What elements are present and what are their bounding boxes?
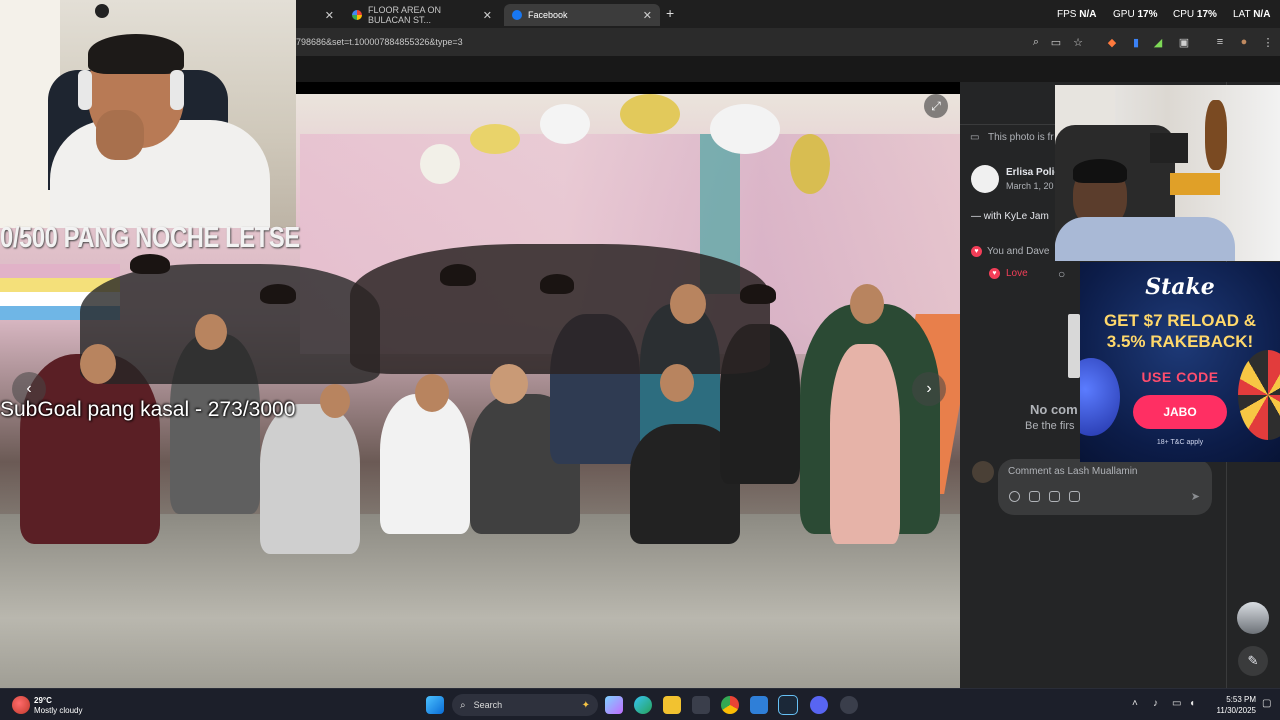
windows-taskbar: 29°C Mostly cloudy ⌕ Search ✦ ˄ ♪ ▭ ◖ 5:… <box>0 688 1280 720</box>
goal-overlay: 0/500 PANG NOCHE LETSE <box>0 222 300 254</box>
photo-notice-icon: ▭ <box>970 132 980 143</box>
google-icon <box>352 10 362 20</box>
weather-condition[interactable]: Mostly cloudy <box>34 706 82 715</box>
facebook-icon <box>512 10 522 20</box>
author-avatar[interactable] <box>971 165 999 193</box>
tray-chevron-icon[interactable]: ˄ <box>1132 698 1138 709</box>
comment-placeholder: Comment as Lash Muallamin <box>1008 466 1138 477</box>
chat-head-avatar[interactable] <box>1237 602 1269 634</box>
subgoal-overlay: SubGoal pang kasal - 273/3000 <box>0 398 296 421</box>
ad-use-code: USE CODE <box>1141 369 1219 385</box>
tab-facebook[interactable]: Facebook ✕ <box>504 4 660 26</box>
gpu-readout: GPU 17% <box>1113 9 1158 20</box>
notification-icon[interactable]: ▢ <box>1262 698 1271 709</box>
file-explorer-icon[interactable] <box>663 696 681 714</box>
copilot-icon[interactable] <box>605 696 623 714</box>
search-icon: ⌕ <box>460 699 466 711</box>
ad-code-button[interactable]: JABO <box>1133 395 1227 429</box>
leaf-icon[interactable]: ◢ <box>1151 35 1165 49</box>
microphone-icon[interactable]: ♪ <box>1153 698 1158 709</box>
discord-icon[interactable] <box>810 696 828 714</box>
gif-icon[interactable] <box>1049 491 1060 502</box>
volume-icon[interactable]: ◖ <box>1189 698 1195 709</box>
reactions-summary[interactable]: You and Dave <box>987 246 1049 257</box>
ad-fine-print: 18+ T&C apply <box>1156 439 1204 446</box>
edge-icon[interactable] <box>634 696 652 714</box>
flower-decorations <box>380 94 840 224</box>
comment-icon[interactable]: ○ <box>1058 267 1065 281</box>
tab-list-icon[interactable]: ≡ <box>1213 35 1227 49</box>
new-tab-button[interactable]: + <box>666 5 674 21</box>
heart-reaction-icon: ♥ <box>971 246 982 257</box>
sticker-icon[interactable] <box>1069 491 1080 502</box>
taskbar-clock[interactable]: 5:53 PM 11/30/2025 <box>1206 694 1256 716</box>
weather-temp[interactable]: 29°C <box>34 696 52 705</box>
taskbar-search[interactable]: ⌕ Search ✦ <box>452 694 598 716</box>
latency-readout: LAT N/A <box>1233 9 1271 20</box>
copilot-spark-icon: ✦ <box>581 699 590 711</box>
expand-icon[interactable]: ⤢ <box>924 94 948 118</box>
chevron-right-icon[interactable]: › <box>912 372 946 406</box>
extension-icon[interactable]: ◆ <box>1105 35 1119 49</box>
obs-icon[interactable] <box>840 696 858 714</box>
send-icon[interactable]: ➤ <box>1191 490 1200 503</box>
photo-notice: This photo is fr <box>988 132 1054 143</box>
post-date[interactable]: March 1, 20 <box>1006 181 1054 191</box>
close-tab-icon[interactable]: ✕ <box>643 9 652 22</box>
cpu-readout: CPU 17% <box>1173 9 1217 20</box>
be-first-text: Be the firs <box>1025 420 1075 432</box>
url-field[interactable]: 798686&set=t.100007884855326&type=3 <box>296 37 463 47</box>
tab-floor-area[interactable]: FLOOR AREA ON BULACAN ST... ✕ <box>344 4 500 26</box>
close-tab-icon[interactable]: ✕ <box>483 9 492 22</box>
store-icon[interactable] <box>692 696 710 714</box>
zoom-icon[interactable]: ⌕ <box>1029 35 1043 49</box>
comment-input[interactable]: Comment as Lash Muallamin ➤ <box>998 459 1212 515</box>
love-icon: ♥ <box>989 268 1000 279</box>
screen: ✕ FLOOR AREA ON BULACAN ST... ✕ Facebook… <box>0 0 1280 720</box>
emoji-icon[interactable] <box>1009 491 1020 502</box>
roulette-wheel-graphic <box>1238 350 1280 440</box>
fps-readout: FPS N/A <box>1057 9 1097 20</box>
tagged-with[interactable]: — with KyLe Jam <box>971 211 1049 222</box>
steam-icon[interactable] <box>778 695 798 715</box>
close-tab-icon[interactable]: ✕ <box>325 9 334 22</box>
commenter-avatar <box>972 461 994 483</box>
network-icon[interactable]: ▭ <box>1172 698 1181 709</box>
bookmark-star-icon[interactable]: ☆ <box>1071 35 1085 49</box>
no-comments-heading: No com <box>1030 402 1078 417</box>
crowd-of-people <box>20 244 960 554</box>
windows-start-icon[interactable] <box>426 696 444 714</box>
menu-dots-icon[interactable]: ⋮ <box>1261 35 1275 49</box>
camera-icon[interactable] <box>1029 491 1040 502</box>
puzzle-icon[interactable]: ▣ <box>1177 35 1191 49</box>
sponsor-ad[interactable]: Stake GET $7 RELOAD & 3.5% RAKEBACK! USE… <box>1080 262 1280 462</box>
author-name[interactable]: Erlisa Polic <box>1006 167 1060 178</box>
new-message-icon[interactable]: ✎ <box>1238 646 1268 676</box>
guest-webcam <box>1055 85 1280 261</box>
love-button[interactable]: Love <box>1006 268 1028 279</box>
mail-icon[interactable] <box>750 696 768 714</box>
shield-icon[interactable]: ▮ <box>1129 35 1143 49</box>
streamer-webcam <box>0 0 296 228</box>
scroll-indicator <box>1068 314 1080 378</box>
ad-brand-logo: Stake <box>1145 274 1215 300</box>
tab-previous[interactable]: ✕ <box>296 4 342 26</box>
chrome-icon[interactable] <box>721 696 739 714</box>
weather-icon[interactable] <box>12 696 30 714</box>
cast-icon[interactable]: ▭ <box>1049 35 1063 49</box>
ad-headline: GET $7 RELOAD & 3.5% RAKEBACK! <box>1103 311 1257 351</box>
profile-icon[interactable]: ● <box>1237 35 1251 49</box>
